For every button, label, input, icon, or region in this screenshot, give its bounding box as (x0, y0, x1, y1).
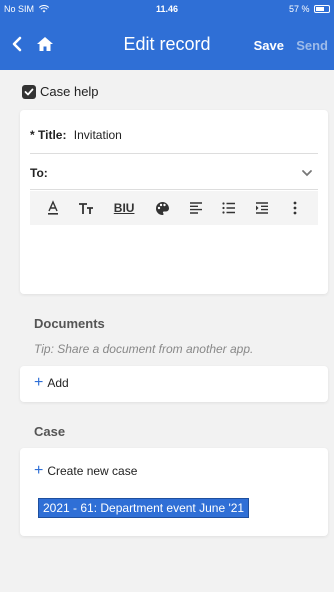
plus-icon: + (34, 462, 44, 479)
add-label: Add (47, 376, 69, 390)
biu-label: BIU (113, 201, 135, 215)
indent-icon[interactable] (250, 196, 274, 220)
top-bar: No SIM 11.46 57 % Edit record Save Send (0, 0, 334, 70)
add-document-button[interactable]: + Add (34, 374, 69, 391)
battery-status: 57 % (289, 4, 330, 14)
record-form-card: * Title: Invitation To: BIU (20, 110, 328, 294)
text-color-icon[interactable] (41, 196, 65, 220)
clock: 11.46 (155, 4, 179, 14)
status-bar: No SIM 11.46 57 % (0, 0, 334, 20)
battery-icon (314, 5, 330, 13)
title-label: * Title: (30, 128, 67, 142)
documents-tip: Tip: Share a document from another app. (34, 342, 254, 356)
create-case-button[interactable]: + Create new case (34, 462, 138, 479)
checkmark-icon (24, 88, 34, 95)
bold-italic-underline-icon[interactable]: BIU (107, 196, 141, 220)
align-left-icon[interactable] (184, 196, 208, 220)
plus-icon: + (34, 374, 44, 391)
divider (30, 189, 318, 190)
chevron-down-icon[interactable] (300, 166, 314, 180)
text-size-icon[interactable] (74, 196, 98, 220)
case-card: + Create new case 2021 - 61: Department … (20, 448, 328, 536)
case-heading: Case (34, 424, 66, 439)
documents-card: + Add (20, 366, 328, 402)
title-value[interactable]: Invitation (74, 128, 122, 142)
rich-text-toolbar: BIU (30, 191, 318, 225)
nav-bar: Edit record Save Send (0, 26, 334, 62)
battery-percent: 57 % (288, 4, 310, 14)
save-button[interactable]: Save (254, 38, 284, 53)
more-vertical-icon[interactable] (283, 196, 307, 220)
divider (30, 153, 318, 154)
palette-icon[interactable] (150, 196, 174, 220)
create-case-label: Create new case (47, 464, 138, 478)
case-help-toggle[interactable]: Case help (22, 84, 99, 99)
selected-case-chip[interactable]: 2021 - 61: Department event June '21 (38, 498, 250, 518)
title-field[interactable]: * Title: Invitation (30, 128, 122, 142)
bullet-list-icon[interactable] (217, 196, 241, 220)
send-button[interactable]: Send (296, 38, 328, 53)
documents-heading: Documents (34, 316, 105, 331)
case-help-label: Case help (40, 84, 99, 99)
to-label: To: (30, 166, 48, 180)
case-help-checkbox[interactable] (22, 84, 36, 99)
